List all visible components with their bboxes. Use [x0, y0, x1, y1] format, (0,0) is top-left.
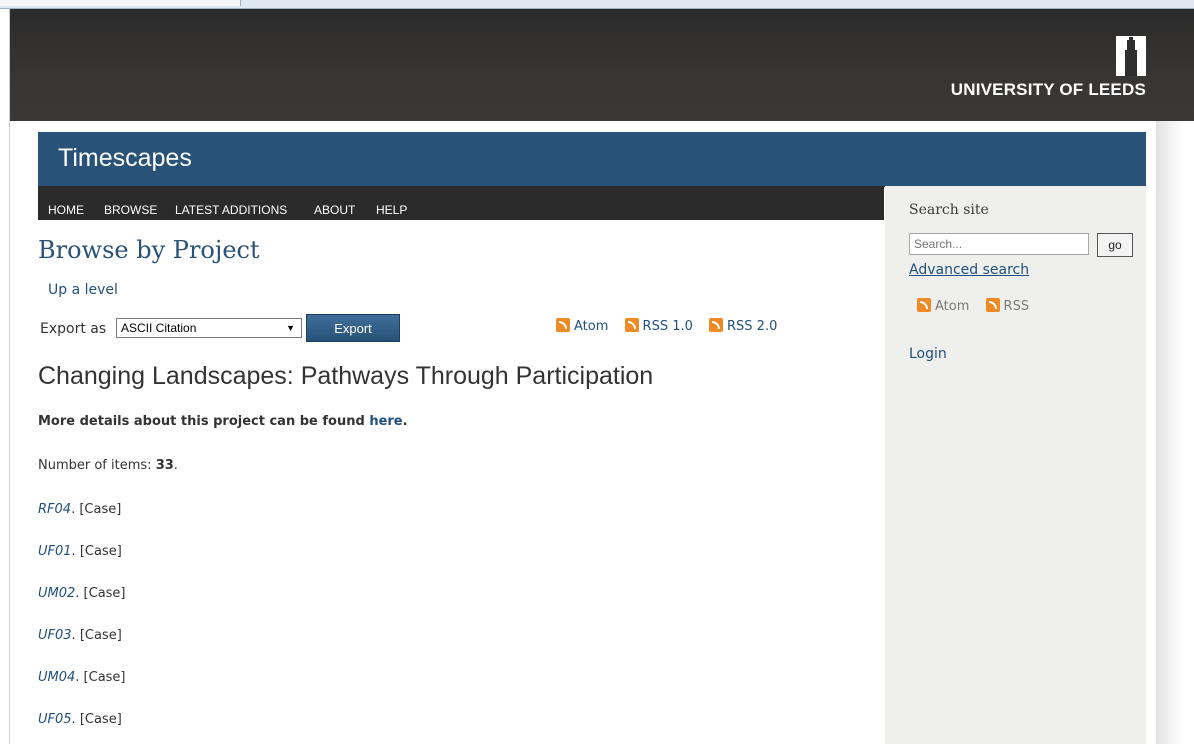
item-link[interactable]: UF03: [38, 628, 72, 643]
rss-icon: [709, 318, 724, 332]
list-item: UF03. [Case]: [38, 628, 122, 643]
export-button[interactable]: Export: [306, 314, 400, 342]
count-label: Number of items:: [38, 458, 152, 473]
export-format-select[interactable]: ASCII Citation ▼: [116, 318, 302, 338]
browser-chrome: [0, 0, 1194, 9]
feed-rss1-label: RSS 1.0: [642, 319, 693, 334]
nav-help[interactable]: HELP: [376, 203, 407, 217]
item-type: [Case]: [79, 544, 122, 559]
feed-rss2-label: RSS 2.0: [727, 319, 778, 334]
rss-icon: [624, 318, 639, 332]
rss-icon: [917, 298, 931, 312]
leeds-tower-logo-icon[interactable]: [1116, 36, 1146, 76]
sidebar-feeds: Atom RSS: [917, 298, 1041, 314]
search-input[interactable]: [909, 233, 1089, 255]
rss-icon: [556, 318, 570, 332]
dropdown-arrow-icon: ▼: [286, 323, 295, 333]
details-here-link[interactable]: here: [369, 414, 402, 429]
sidebar-feed-atom[interactable]: Atom: [917, 298, 970, 314]
sidebar-feed-rss-label: RSS: [1003, 299, 1030, 314]
item-count: Number of items: 33.: [38, 458, 178, 473]
main-nav: HOME BROWSE LATEST ADDITIONS ABOUT HELP: [38, 186, 884, 220]
item-type: [Case]: [79, 628, 122, 643]
sidebar-feed-atom-label: Atom: [935, 299, 970, 314]
up-a-level-link[interactable]: Up a level: [48, 282, 118, 298]
site-title-bar: Timescapes: [38, 132, 1146, 187]
count-value: 33: [155, 458, 174, 473]
left-margin: [0, 9, 10, 744]
main-content: Browse by Project Up a level Export as A…: [38, 220, 884, 744]
sidebar-heading: Search site: [909, 202, 989, 218]
details-text: More details about this project can be f…: [38, 414, 365, 429]
item-link[interactable]: UF01: [38, 544, 72, 559]
advanced-search-link[interactable]: Advanced search: [909, 262, 1029, 278]
export-label: Export as: [40, 321, 107, 337]
count-end: .: [173, 458, 178, 473]
item-type: [Case]: [79, 712, 122, 727]
page: UNIVERSITY OF LEEDS Timescapes HOME BROW…: [0, 0, 1194, 744]
list-item: UM02. [Case]: [38, 586, 126, 601]
item-link[interactable]: RF04: [38, 502, 71, 517]
project-title: Changing Landscapes: Pathways Through Pa…: [38, 362, 654, 390]
export-selected-value: ASCII Citation: [121, 321, 197, 335]
nav-browse[interactable]: BROWSE: [104, 203, 157, 217]
university-name[interactable]: UNIVERSITY OF LEEDS: [951, 80, 1146, 100]
page-title: Browse by Project: [38, 236, 260, 264]
item-type: [Case]: [79, 502, 122, 517]
login-link[interactable]: Login: [909, 346, 947, 362]
feed-rss2[interactable]: RSS 2.0: [709, 318, 778, 334]
details-end: .: [402, 414, 408, 429]
nav-latest-additions[interactable]: LATEST ADDITIONS: [175, 203, 287, 217]
nav-about[interactable]: ABOUT: [314, 203, 355, 217]
feed-rss1[interactable]: RSS 1.0: [624, 318, 693, 334]
feed-atom-label: Atom: [574, 319, 609, 334]
university-header: [10, 9, 1194, 121]
item-type: [Case]: [83, 586, 126, 601]
item-type: [Case]: [83, 670, 126, 685]
item-link[interactable]: UM02: [38, 586, 75, 601]
site-title[interactable]: Timescapes: [58, 144, 192, 173]
list-item: UF05. [Case]: [38, 712, 122, 727]
feed-links: Atom RSS 1.0 RSS 2.0: [556, 318, 789, 334]
browser-tab[interactable]: [0, 0, 241, 6]
list-item: RF04. [Case]: [38, 502, 122, 517]
go-button[interactable]: go: [1097, 233, 1133, 257]
nav-home[interactable]: HOME: [48, 203, 84, 217]
feed-atom[interactable]: Atom: [556, 318, 609, 334]
list-item: UF01. [Case]: [38, 544, 122, 559]
item-link[interactable]: UF05: [38, 712, 72, 727]
sidebar-feed-rss[interactable]: RSS: [985, 298, 1030, 314]
list-item: UM04. [Case]: [38, 670, 126, 685]
rss-icon: [985, 298, 1000, 312]
item-link[interactable]: UM04: [38, 670, 75, 685]
sidebar: Search site go Advanced search Atom RSS …: [885, 186, 1146, 744]
project-details: More details about this project can be f…: [38, 414, 408, 429]
